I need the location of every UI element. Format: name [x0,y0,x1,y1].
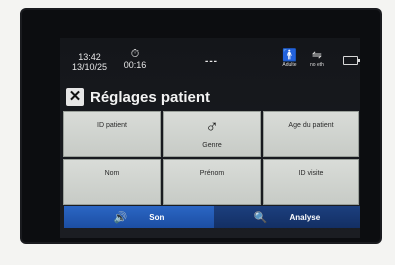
sound-label: Son [149,212,165,222]
patient-age-button[interactable]: Age du patient [263,111,359,157]
eth-label: no eth [310,62,324,68]
page-header: ✕ Réglages patient [66,86,210,108]
date-text: 13/10/25 [72,62,108,72]
patient-settings-grid: ID patient ♂ Genre Age du patient Nom Pr… [63,111,359,205]
first-name-label: Prénom [199,170,225,177]
battery-icon [343,56,360,65]
clock: 13:42 13/10/25 [72,52,107,72]
session-timer: ⏱ 00:16 [122,48,148,70]
analysis-button[interactable]: 🔍 Analyse [214,206,360,228]
patient-type-label: Adulte [282,62,297,68]
timer-text: 00:16 [123,60,147,70]
status-center-value: --- [205,56,218,67]
visit-id-button[interactable]: ID visite [263,159,359,205]
magnifier-icon: 🔍 [253,211,268,224]
male-symbol-icon: ♂ [205,116,219,136]
close-icon: ✕ [68,88,82,105]
device-screen: 13:42 13/10/25 ⏱ 00:16 --- 🚹 Adulte ⇋ no… [60,38,360,238]
adult-person-icon: 🚹 [282,48,297,62]
page-title: Réglages patient [90,88,211,106]
id-patient-button[interactable]: ID patient [63,111,161,157]
first-name-button[interactable]: Prénom [163,159,261,205]
id-patient-label: ID patient [97,122,127,129]
sound-button[interactable]: 🔊 Son [64,206,214,228]
close-button[interactable]: ✕ [66,88,84,106]
bottom-bar: 🔊 Son 🔍 Analyse [64,206,360,228]
eth-indicator: ⇋ no eth [310,48,324,69]
speaker-icon: 🔊 [113,211,128,224]
visit-id-label: ID visite [298,170,324,177]
patient-age-label: Age du patient [288,122,334,129]
last-name-button[interactable]: Nom [63,159,161,205]
time-text: 13:42 [78,52,101,62]
no-network-icon: ⇋ [311,48,322,62]
stopwatch-icon: ⏱ [130,48,140,60]
last-name-label: Nom [104,170,120,177]
gender-label: Genre [202,142,222,149]
gender-button[interactable]: ♂ Genre [163,111,261,157]
status-bar: 13:42 13/10/25 ⏱ 00:16 --- 🚹 Adulte ⇋ no… [60,38,360,80]
analysis-label: Analyse [289,212,321,222]
patient-type-indicator[interactable]: 🚹 Adulte [282,48,297,69]
